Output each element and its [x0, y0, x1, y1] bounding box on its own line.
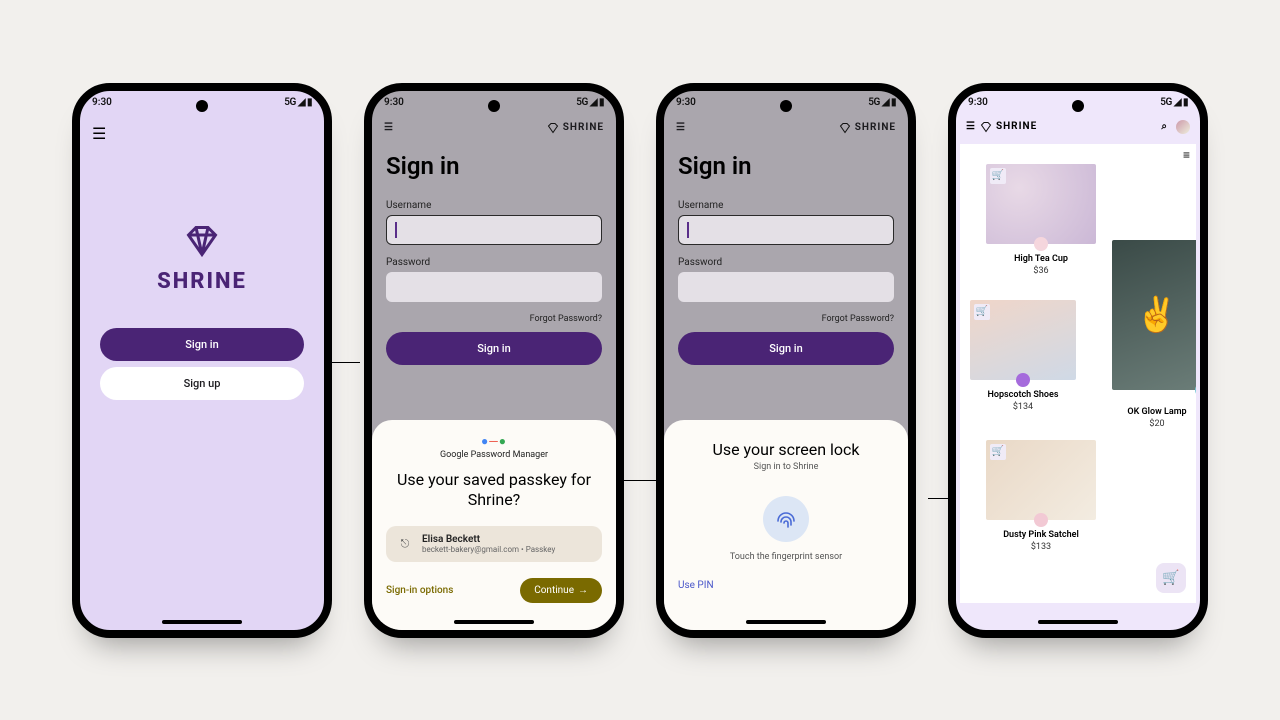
phone-screen-lock: 9:30 5G ◢ ▮ ☰ SHRINE Sign in Username Pa…	[656, 83, 916, 638]
provider-label: Google Password Manager	[386, 450, 602, 460]
status-network: 5G ◢ ▮	[1160, 97, 1188, 108]
sign-up-button[interactable]: Sign up	[100, 367, 305, 400]
camera-notch	[196, 100, 208, 112]
menu-icon[interactable]: ☰	[80, 114, 324, 153]
diamond-icon	[980, 121, 992, 133]
passkey-icon: ⎋	[396, 535, 414, 553]
sign-in-submit-button[interactable]: Sign in	[678, 332, 894, 365]
forgot-password-link[interactable]: Forgot Password?	[386, 314, 602, 324]
username-input[interactable]	[678, 215, 894, 245]
store-body: ≡ 🛒 High Tea Cup $36 🛒 Hopscotch Shoes $…	[960, 144, 1196, 603]
camera-notch	[1072, 100, 1084, 112]
phone-store: 9:30 5G ◢ ▮ ☰ SHRINE ⌕ ≡ 🛒 High Tea Cup …	[948, 83, 1208, 638]
home-indicator	[162, 620, 242, 624]
product-card[interactable]: 🛒 High Tea Cup $36	[986, 164, 1096, 276]
status-network: 5G ◢ ▮	[576, 97, 604, 108]
username-input[interactable]	[386, 215, 602, 245]
menu-icon[interactable]: ☰	[676, 122, 686, 133]
add-to-cart-icon[interactable]: 🛒	[990, 168, 1006, 184]
store-top-bar: ☰ SHRINE ⌕	[956, 114, 1200, 140]
top-bar: ☰ SHRINE	[664, 114, 908, 142]
product-name: High Tea Cup	[1014, 254, 1068, 264]
brand-block: SHRINE	[80, 223, 324, 294]
password-input[interactable]	[678, 272, 894, 302]
account-name: Elisa Beckett	[422, 534, 555, 545]
search-icon[interactable]: ⌕	[1161, 121, 1168, 132]
password-label: Password	[386, 257, 602, 268]
phone-passkey-prompt: 9:30 5G ◢ ▮ ☰ SHRINE Sign in Username Pa…	[364, 83, 624, 638]
fingerprint-hint: Touch the fingerprint sensor	[730, 552, 842, 562]
status-network: 5G ◢ ▮	[868, 97, 896, 108]
forgot-password-link[interactable]: Forgot Password?	[678, 314, 894, 324]
brand-label: SHRINE	[855, 122, 896, 133]
status-network: 5G ◢ ▮	[284, 97, 312, 108]
product-name: Dusty Pink Satchel	[1003, 530, 1079, 540]
add-to-cart-icon[interactable]: 🛒	[990, 444, 1006, 460]
account-sub: beckett-bakery@gmail.com • Passkey	[422, 545, 555, 554]
passkey-bottom-sheet: ●─● Google Password Manager Use your sav…	[372, 420, 616, 630]
passkey-prompt-heading: Use your saved passkey for Shrine?	[394, 470, 594, 510]
product-price: $133	[1031, 542, 1051, 552]
product-card[interactable]: 🛒 Dusty Pink Satchel $133	[986, 440, 1096, 552]
add-to-cart-icon[interactable]: 🛒	[974, 304, 990, 320]
sign-in-button[interactable]: Sign in	[100, 328, 305, 361]
diamond-icon	[184, 223, 220, 259]
cart-fab[interactable]: 🛒	[1156, 563, 1186, 593]
screen-lock-heading: Use your screen lock	[712, 440, 859, 460]
menu-icon[interactable]: ☰	[384, 122, 394, 133]
status-time: 9:30	[92, 97, 112, 108]
username-label: Username	[678, 200, 894, 211]
product-name: Hopscotch Shoes	[988, 390, 1059, 400]
product-price: $134	[1013, 402, 1033, 412]
home-indicator	[454, 620, 534, 624]
sign-in-form: Sign in Username Password Forgot Passwor…	[372, 152, 616, 365]
brand-label: SHRINE	[996, 121, 1037, 132]
product-price: $20	[1149, 419, 1164, 429]
sign-in-options-button[interactable]: Sign-in options	[386, 585, 453, 596]
username-label: Username	[386, 200, 602, 211]
home-indicator	[746, 620, 826, 624]
product-name: OK Glow Lamp	[1127, 407, 1186, 417]
password-label: Password	[678, 257, 894, 268]
diamond-icon	[547, 122, 559, 134]
arrow-right-icon: →	[578, 585, 588, 596]
page-title: Sign in	[386, 152, 602, 180]
password-manager-header: ●─● Google Password Manager	[386, 434, 602, 460]
brand-name: SHRINE	[157, 269, 247, 294]
product-price: $36	[1033, 266, 1048, 276]
password-input[interactable]	[386, 272, 602, 302]
camera-notch	[780, 100, 792, 112]
product-card[interactable]: 🛒 Hopscotch Shoes $134	[970, 300, 1076, 412]
screen-lock-sub: Sign in to Shrine	[754, 462, 819, 472]
continue-button[interactable]: Continue→	[520, 578, 602, 603]
camera-notch	[488, 100, 500, 112]
use-pin-button[interactable]: Use PIN	[678, 580, 714, 591]
sign-in-submit-button[interactable]: Sign in	[386, 332, 602, 365]
home-indicator	[1038, 620, 1118, 624]
sign-in-form: Sign in Username Password Forgot Passwor…	[664, 152, 908, 365]
fingerprint-icon	[774, 507, 798, 531]
avatar[interactable]	[1176, 120, 1190, 134]
phone-welcome: 9:30 5G ◢ ▮ ☰ SHRINE Sign in Sign up	[72, 83, 332, 638]
google-logo-icon: ●─●	[386, 434, 602, 448]
status-time: 9:30	[968, 97, 988, 108]
top-bar: ☰ SHRINE	[372, 114, 616, 142]
status-time: 9:30	[384, 97, 404, 108]
menu-icon[interactable]: ☰	[966, 121, 976, 132]
brand-label: SHRINE	[563, 122, 604, 133]
page-title: Sign in	[678, 152, 894, 180]
diamond-icon	[839, 122, 851, 134]
product-card[interactable]: ✌ OK Glow Lamp $20	[1112, 240, 1196, 429]
status-time: 9:30	[676, 97, 696, 108]
account-card[interactable]: ⎋ Elisa Beckett beckett-bakery@gmail.com…	[386, 526, 602, 562]
screen-lock-bottom-sheet: Use your screen lock Sign in to Shrine T…	[664, 420, 908, 630]
fingerprint-sensor[interactable]	[763, 496, 809, 542]
